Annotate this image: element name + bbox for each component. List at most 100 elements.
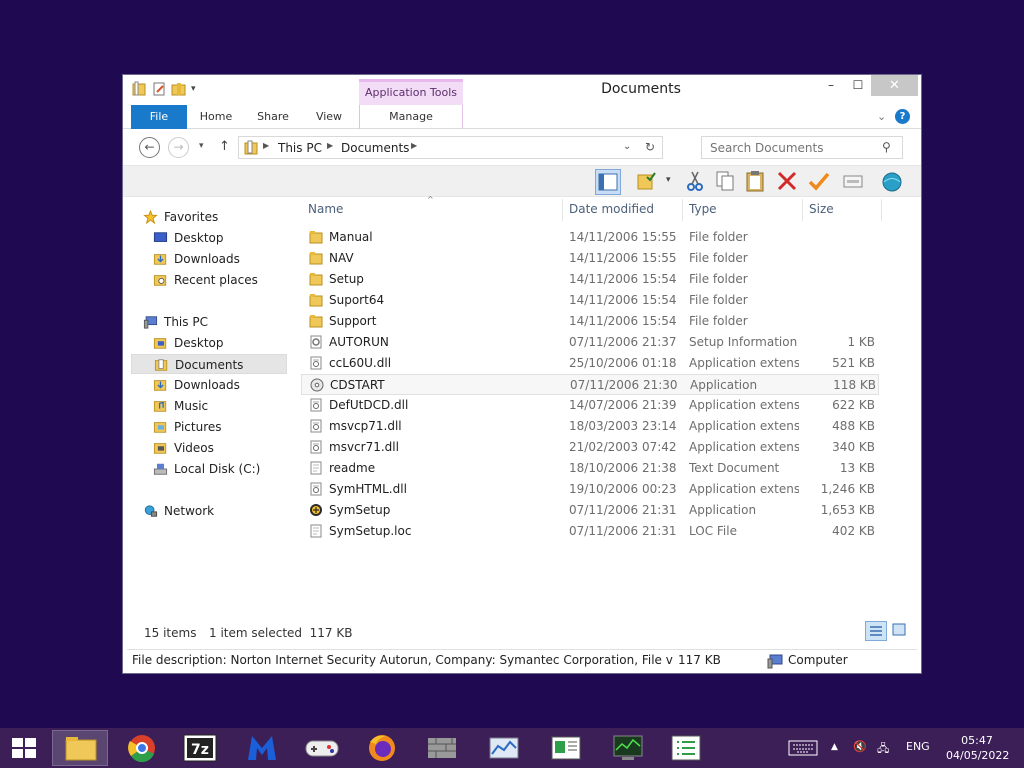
tab-file[interactable]: File (131, 105, 187, 129)
nav-network[interactable]: Network (131, 501, 287, 521)
file-row[interactable]: msvcr71.dll 21/02/2003 07:42 Application e… (301, 437, 879, 458)
taskbar-7zip[interactable]: 7z (172, 730, 228, 766)
breadcrumb-this-pc[interactable]: This PC (278, 141, 322, 155)
folder-properties-icon[interactable] (131, 81, 147, 97)
recent-locations-icon[interactable]: ▾ (199, 141, 204, 151)
column-separator[interactable] (802, 199, 803, 221)
column-separator[interactable] (682, 199, 683, 221)
details-bar: File description: Norton Internet Securi… (127, 649, 917, 671)
taskbar-system-info[interactable] (538, 730, 594, 766)
nav-pc-music[interactable]: Music (131, 396, 287, 416)
nav-pc-videos[interactable]: Videos (131, 438, 287, 458)
new-folder-icon[interactable] (171, 81, 187, 97)
taskbar-firefox[interactable] (354, 730, 410, 766)
start-button[interactable] (0, 730, 48, 766)
file-row[interactable]: Manual 14/11/2006 15:55 File folder (301, 227, 879, 248)
column-size[interactable]: Size (809, 202, 834, 216)
tab-manage[interactable]: Manage (359, 105, 463, 129)
address-dropdown-icon[interactable]: ⌄ (623, 141, 631, 152)
details-view-button[interactable] (865, 621, 887, 641)
taskbar-performance-monitor[interactable] (476, 730, 532, 766)
tab-share[interactable]: Share (249, 105, 297, 129)
toolbar-dropdown-icon[interactable]: ▾ (666, 175, 671, 185)
nav-fav-desktop[interactable]: Desktop (131, 228, 287, 248)
breadcrumb-documents[interactable]: Documents (341, 141, 409, 155)
up-button[interactable]: ↑ (219, 139, 230, 154)
search-input[interactable] (710, 137, 880, 158)
rename-button[interactable] (807, 169, 833, 195)
show-hidden-icons-icon[interactable]: ▲ (831, 742, 838, 752)
nav-favorites[interactable]: Favorites (131, 207, 287, 227)
preview-pane-button[interactable] (595, 169, 621, 195)
nav-fav-downloads[interactable]: Downloads (131, 249, 287, 269)
file-row[interactable]: SymSetup 07/11/2006 21:31 Application 1,653… (301, 500, 879, 521)
touch-keyboard-icon[interactable] (788, 739, 818, 757)
column-separator[interactable] (562, 199, 563, 221)
globe-button[interactable] (880, 169, 906, 195)
taskbar-task-manager[interactable] (600, 730, 656, 766)
refresh-icon[interactable]: ↻ (645, 140, 655, 154)
properties-button[interactable] (635, 169, 661, 195)
properties-dialog-button[interactable] (841, 169, 867, 195)
taskbar-malwarebytes[interactable] (234, 730, 290, 766)
breadcrumb-separator-icon[interactable]: ▶ (411, 141, 417, 150)
file-row[interactable]: CDSTART 07/11/2006 21:30 Application 118 KB (301, 374, 879, 395)
file-row[interactable]: Setup 14/11/2006 15:54 File folder (301, 269, 879, 290)
column-name[interactable]: Name (308, 202, 343, 216)
paste-button[interactable] (743, 169, 769, 195)
file-row[interactable]: readme 18/10/2006 21:38 Text Document 13 KB (301, 458, 879, 479)
nav-pc-documents[interactable]: Documents (131, 354, 287, 374)
taskbar-list-app[interactable] (658, 730, 714, 766)
file-row[interactable]: SymHTML.dll 19/10/2006 00:23 Application e… (301, 479, 879, 500)
search-box[interactable]: ⚲ (701, 136, 903, 159)
network-tray-icon[interactable]: 🖧 (877, 740, 889, 759)
taskbar-firewall[interactable] (414, 730, 470, 766)
volume-muted-icon[interactable]: 🔇 (853, 740, 867, 753)
nav-pc-desktop[interactable]: Desktop (131, 333, 287, 353)
new-document-icon[interactable] (151, 81, 167, 97)
help-icon[interactable]: ? (895, 109, 910, 124)
nav-pc-pictures[interactable]: Pictures (131, 417, 287, 437)
tab-home[interactable]: Home (193, 105, 239, 129)
videos-folder-icon (153, 443, 167, 454)
language-indicator[interactable]: ENG (906, 740, 930, 753)
windows-logo-icon (12, 738, 36, 758)
file-name: CDSTART (330, 378, 385, 392)
address-bar[interactable]: ▶ This PC ▶ Documents ▶ ⌄ ↻ (238, 136, 663, 159)
system-clock[interactable]: 05:47 04/05/2022 (946, 733, 1009, 763)
back-button[interactable]: ← (139, 137, 160, 158)
file-row[interactable]: Suport64 14/11/2006 15:54 File folder (301, 290, 879, 311)
file-row[interactable]: DefUtDCD.dll 14/07/2006 21:39 Application … (301, 395, 879, 416)
column-type[interactable]: Type (689, 202, 717, 216)
maximize-button[interactable]: ☐ (844, 75, 872, 96)
file-row[interactable]: AUTORUN 07/11/2006 21:37 Setup Information… (301, 332, 879, 353)
file-row[interactable]: SymSetup.loc 07/11/2006 21:31 LOC File 402 … (301, 521, 879, 542)
breadcrumb-separator-icon[interactable]: ▶ (263, 141, 269, 150)
large-icons-view-button[interactable] (889, 621, 911, 641)
nav-this-pc[interactable]: This PC (131, 312, 287, 332)
taskbar-chrome[interactable] (114, 730, 170, 766)
delete-button[interactable] (775, 169, 801, 195)
ribbon-expand-icon[interactable]: ⌄ (877, 110, 886, 123)
tab-view[interactable]: View (307, 105, 351, 129)
forward-button[interactable]: → (168, 137, 189, 158)
file-row[interactable]: Support 14/11/2006 15:54 File folder (301, 311, 879, 332)
nav-pc-downloads[interactable]: Downloads (131, 375, 287, 395)
cut-button[interactable] (683, 169, 709, 195)
taskbar-gamepad[interactable] (294, 730, 350, 766)
taskbar-file-explorer[interactable] (52, 730, 108, 766)
file-row[interactable]: msvcp71.dll 18/03/2003 23:14 Application e… (301, 416, 879, 437)
column-date-modified[interactable]: Date modified (569, 202, 654, 216)
breadcrumb-separator-icon[interactable]: ▶ (327, 141, 333, 150)
close-button[interactable]: ✕ (871, 75, 918, 96)
nav-fav-recent-places[interactable]: Recent places (131, 270, 287, 290)
file-row[interactable]: ccL60U.dll 25/10/2006 01:18 Application ex… (301, 353, 879, 374)
minimize-button[interactable]: – (817, 75, 845, 96)
file-row[interactable]: NAV 14/11/2006 15:55 File folder (301, 248, 879, 269)
preview-pane-icon (598, 173, 618, 191)
copy-button[interactable] (713, 169, 739, 195)
nav-pc-local-disk[interactable]: Local Disk (C:) (131, 459, 287, 479)
search-icon[interactable]: ⚲ (882, 140, 891, 154)
qat-dropdown-icon[interactable]: ▾ (191, 84, 196, 94)
column-separator[interactable] (881, 199, 882, 221)
